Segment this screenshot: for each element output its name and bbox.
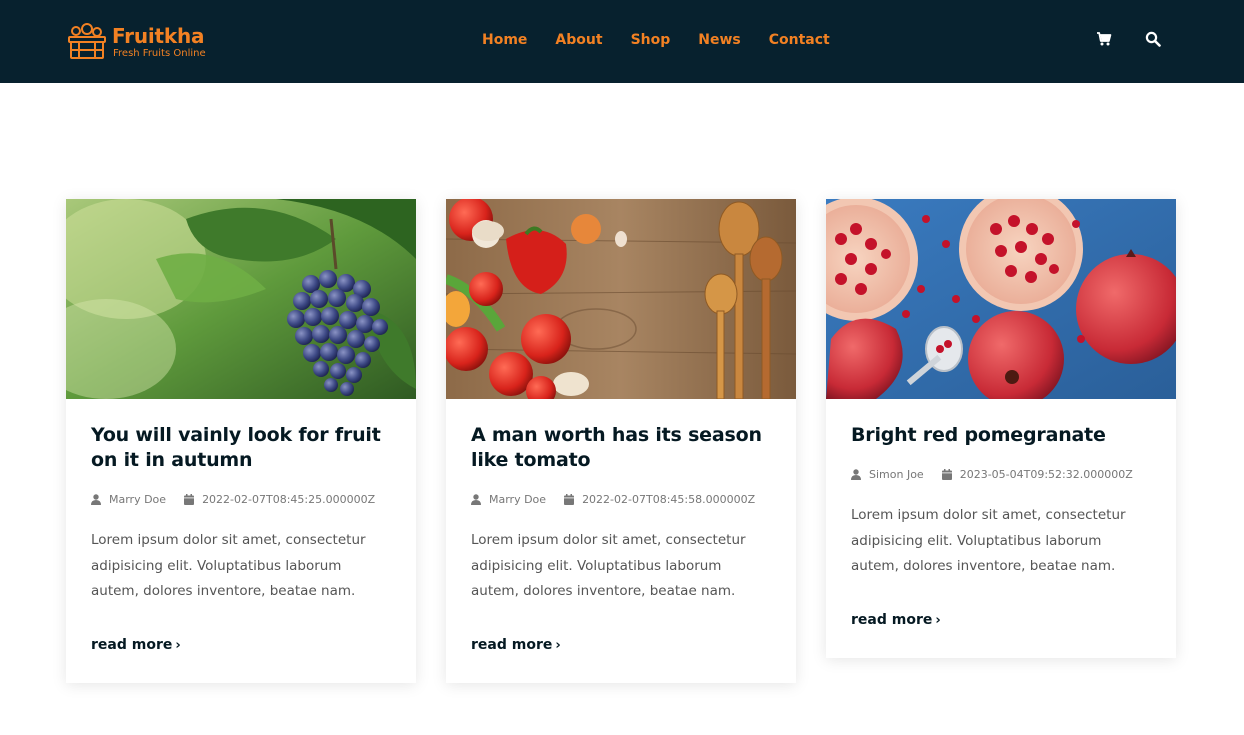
brand-logo[interactable]: Fruitkha Fresh Fruits Online bbox=[67, 22, 217, 62]
pomegranate-photo[interactable] bbox=[826, 199, 1176, 399]
vegetables-wooden-spoons-photo[interactable] bbox=[446, 199, 796, 399]
read-more-label: read more bbox=[91, 636, 173, 653]
cart-icon[interactable] bbox=[1096, 31, 1112, 47]
chevron-right-icon: › bbox=[935, 612, 941, 628]
user-icon bbox=[471, 494, 481, 505]
read-more-link[interactable]: read more › bbox=[91, 637, 181, 653]
post-date: 2023-05-04T09:52:32.000000Z bbox=[941, 468, 1133, 481]
post-author-name: Simon Joe bbox=[869, 468, 924, 481]
brand-tagline: Fresh Fruits Online bbox=[113, 48, 206, 59]
post-author: Marry Doe bbox=[91, 493, 166, 506]
news-card: Bright red pomegranate Simon Joe 2023-05… bbox=[826, 199, 1176, 658]
post-date-value: 2023-05-04T09:52:32.000000Z bbox=[959, 468, 1133, 481]
read-more-link[interactable]: read more › bbox=[471, 637, 561, 653]
post-author-name: Marry Doe bbox=[489, 493, 547, 506]
card-body: A man worth has its season like tomato M… bbox=[446, 399, 796, 683]
post-meta: Marry Doe 2022-02-07T08:45:58.000000Z bbox=[471, 493, 771, 506]
calendar-icon bbox=[184, 494, 195, 505]
fruit-basket-icon bbox=[68, 23, 106, 59]
nav-contact[interactable]: Contact bbox=[769, 32, 830, 48]
post-excerpt: Lorem ipsum dolor sit amet, consectetur … bbox=[471, 532, 746, 599]
post-excerpt: Lorem ipsum dolor sit amet, consectetur … bbox=[91, 532, 366, 599]
post-author-name: Marry Doe bbox=[109, 493, 167, 506]
brand-name: Fruitkha bbox=[112, 24, 205, 48]
post-date-value: 2022-02-07T08:45:58.000000Z bbox=[582, 493, 756, 506]
grapes-vineyard-photo[interactable] bbox=[66, 199, 416, 399]
search-icon[interactable] bbox=[1145, 31, 1161, 47]
site-header: Fruitkha Fresh Fruits Online Home About … bbox=[0, 0, 1244, 83]
post-title[interactable]: You will vainly look for fruit on it in … bbox=[91, 423, 391, 473]
read-more-label: read more bbox=[851, 611, 933, 628]
nav-shop[interactable]: Shop bbox=[631, 32, 671, 48]
post-date-value: 2022-02-07T08:45:25.000000Z bbox=[202, 493, 376, 506]
read-more-label: read more bbox=[471, 636, 553, 653]
news-card: A man worth has its season like tomato M… bbox=[446, 199, 796, 683]
calendar-icon bbox=[941, 469, 952, 480]
post-title[interactable]: Bright red pomegranate bbox=[851, 423, 1151, 448]
chevron-right-icon: › bbox=[175, 637, 181, 653]
card-body: Bright red pomegranate Simon Joe 2023-05… bbox=[826, 399, 1176, 658]
nav-home[interactable]: Home bbox=[482, 32, 527, 48]
nav-news[interactable]: News bbox=[698, 32, 740, 48]
user-icon bbox=[851, 469, 861, 480]
user-icon bbox=[91, 494, 101, 505]
post-meta: Simon Joe 2023-05-04T09:52:32.000000Z bbox=[851, 468, 1151, 481]
calendar-icon bbox=[564, 494, 575, 505]
post-meta: Marry Doe 2022-02-07T08:45:25.000000Z bbox=[91, 493, 391, 506]
main-nav: Home About Shop News Contact bbox=[482, 32, 858, 48]
read-more-link[interactable]: read more › bbox=[851, 612, 941, 628]
news-card: You will vainly look for fruit on it in … bbox=[66, 199, 416, 683]
card-body: You will vainly look for fruit on it in … bbox=[66, 399, 416, 683]
chevron-right-icon: › bbox=[555, 637, 561, 653]
post-author: Simon Joe bbox=[851, 468, 924, 481]
nav-about[interactable]: About bbox=[555, 32, 602, 48]
post-title[interactable]: A man worth has its season like tomato bbox=[471, 423, 771, 473]
header-actions bbox=[1096, 31, 1161, 47]
post-excerpt: Lorem ipsum dolor sit amet, consectetur … bbox=[851, 507, 1126, 574]
post-author: Marry Doe bbox=[471, 493, 546, 506]
post-date: 2022-02-07T08:45:58.000000Z bbox=[564, 493, 755, 506]
post-date: 2022-02-07T08:45:25.000000Z bbox=[184, 493, 375, 506]
